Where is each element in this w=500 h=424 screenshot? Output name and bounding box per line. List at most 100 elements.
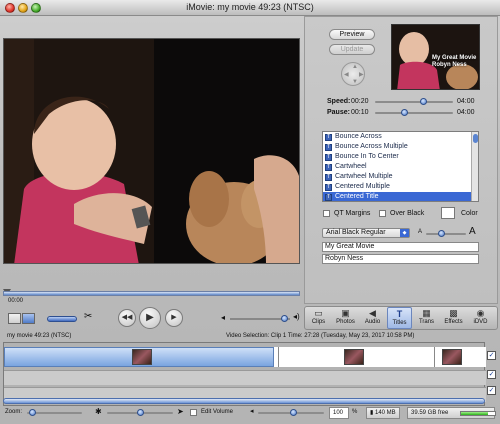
list-item[interactable]: T Bounce Across Multiple	[323, 142, 478, 152]
tab-trans[interactable]: ▦ Trans	[414, 307, 439, 329]
tab-label: Trans	[418, 319, 435, 325]
title-style-icon: T	[325, 184, 332, 191]
arrow-right-icon[interactable]: ▶	[359, 71, 364, 78]
title-style-icon: T	[325, 174, 332, 181]
play-fullscreen-button[interactable]: ▶	[165, 309, 183, 327]
list-item-label: Cartwheel Multiple	[335, 173, 393, 180]
font-size-large-label: A	[469, 226, 476, 237]
free-space-box: 39.59 GB free	[407, 407, 496, 419]
list-item[interactable]: T Bounce Across	[323, 132, 478, 142]
tab-label: Effects	[444, 319, 463, 325]
font-size-slider-track[interactable]	[426, 233, 466, 235]
audio-track-1[interactable]	[4, 370, 486, 385]
font-size-small-label: A	[418, 229, 423, 235]
free-space-meter-fill	[461, 412, 489, 415]
clip-speed-knob[interactable]	[137, 409, 144, 416]
clip-divider	[434, 347, 435, 367]
title-style-icon: T	[325, 194, 332, 201]
volume-low-icon: ◂	[250, 408, 254, 415]
scissors-icon[interactable]: ✂	[84, 311, 92, 322]
clip-thumbnail	[344, 349, 364, 365]
playhead-time: 00:00	[8, 298, 24, 304]
color-swatch[interactable]	[441, 207, 455, 219]
tab-titles[interactable]: T Titles	[387, 307, 412, 329]
idvd-icon: ◉	[476, 308, 485, 318]
volume-percent-field[interactable]: 100	[329, 407, 349, 419]
zoom-label: Zoom:	[5, 409, 23, 415]
font-select-value: Arial Black Regular	[326, 229, 386, 236]
preview-title-text: My Great Movie Robyn Ness	[432, 55, 476, 69]
window-title: iMovie: my movie 49:23 (NTSC)	[186, 2, 314, 12]
font-size-slider-knob[interactable]	[438, 230, 445, 237]
timeline-scrollbar[interactable]	[3, 398, 485, 404]
clips-icon: ▭	[314, 308, 323, 318]
rewind-icon: ◀◀	[121, 314, 133, 321]
play-button[interactable]: ▶	[139, 307, 161, 329]
qt-margins-checkbox[interactable]	[323, 210, 330, 217]
arrow-left-icon[interactable]: ◀	[344, 71, 349, 78]
title-style-icon: T	[325, 134, 332, 141]
title-style-list[interactable]: T Bounce Across T Bounce Across Multiple T…	[322, 131, 479, 202]
tab-idvd[interactable]: ◉ iDVD	[468, 307, 493, 329]
font-select[interactable]: Arial Black Regular ◆	[322, 228, 410, 238]
list-scrollbar[interactable]	[471, 132, 478, 201]
scrubber-bar[interactable]	[3, 291, 300, 296]
play-icon: ▶	[146, 312, 154, 323]
title-text-field-1[interactable]: My Great Movie	[322, 242, 479, 252]
title-style-icon: T	[325, 154, 332, 161]
tab-photos[interactable]: ▣ Photos	[333, 307, 358, 329]
clip-timeline-toggle[interactable]	[47, 316, 77, 322]
selection-info: Video Selection: Clip 1 Time: 27:28 (Tue…	[226, 333, 415, 339]
list-scroll-thumb[interactable]	[473, 134, 478, 143]
arrow-down-icon[interactable]: ▼	[352, 79, 358, 85]
video-frame-image	[4, 39, 299, 263]
video-track-checkbox[interactable]: ✓	[487, 351, 496, 360]
update-button[interactable]: Update	[329, 44, 375, 55]
project-size-box: ▮ 140 MB	[366, 407, 400, 419]
audio-track-1-checkbox[interactable]: ✓	[487, 370, 496, 379]
title-text-field-2[interactable]: Robyn Ness	[322, 254, 479, 264]
list-item-label: Bounce Across	[335, 133, 382, 140]
list-item[interactable]: T Cartwheel Multiple	[323, 172, 478, 182]
over-black-checkbox[interactable]	[379, 210, 386, 217]
tab-effects[interactable]: ▩ Effects	[441, 307, 466, 329]
list-item-selected[interactable]: T Centered Title	[323, 192, 478, 201]
edit-volume-label: Edit Volume	[201, 409, 234, 415]
clip-volume-knob[interactable]	[290, 409, 297, 416]
direction-control[interactable]: ▲ ▼ ◀ ▶	[341, 62, 365, 86]
preview-button[interactable]: Preview	[329, 29, 375, 40]
speed-value: 00:20	[351, 98, 369, 105]
fullscreen-play-icon: ▶	[171, 314, 177, 321]
list-item[interactable]: T Bounce In To Center	[323, 152, 478, 162]
timeline	[3, 342, 486, 406]
pause-slider-track[interactable]	[375, 112, 453, 114]
list-item-label: Centered Multiple	[335, 183, 390, 190]
project-size: 140 MB	[374, 410, 396, 416]
tab-audio[interactable]: ◀ Audio	[360, 307, 385, 329]
pause-slider-knob[interactable]	[401, 109, 408, 116]
pause-max: 04:00	[457, 109, 475, 116]
free-space-meter	[460, 411, 496, 416]
rewind-button[interactable]: ◀◀	[118, 309, 136, 327]
tab-clips[interactable]: ▭ Clips	[306, 307, 331, 329]
list-item[interactable]: T Cartwheel	[323, 162, 478, 172]
camera-mode-button[interactable]	[8, 313, 21, 324]
arrow-up-icon[interactable]: ▲	[352, 64, 358, 70]
volume-slider-knob[interactable]	[281, 315, 288, 322]
tab-label: Photos	[336, 319, 355, 325]
edit-mode-button[interactable]	[22, 313, 35, 324]
over-black-label: Over Black	[390, 210, 425, 217]
speed-slider-knob[interactable]	[420, 98, 427, 105]
pause-label: Pause:	[327, 109, 350, 116]
tab-label: Titles	[392, 320, 407, 326]
tab-label: iDVD	[473, 319, 488, 325]
speed-max: 04:00	[457, 98, 475, 105]
edit-volume-checkbox[interactable]	[190, 409, 197, 416]
timeline-info-bar: my movie 49:23 (NTSC) Video Selection: C…	[3, 331, 497, 341]
speed-slider-track[interactable]	[375, 101, 453, 103]
tab-label: Clips	[311, 319, 326, 325]
audio-track-2-checkbox[interactable]: ✓	[487, 386, 496, 395]
zoom-slider-knob[interactable]	[29, 409, 36, 416]
list-item[interactable]: T Centered Multiple	[323, 182, 478, 192]
slow-motion-icon: ✱	[95, 407, 102, 416]
